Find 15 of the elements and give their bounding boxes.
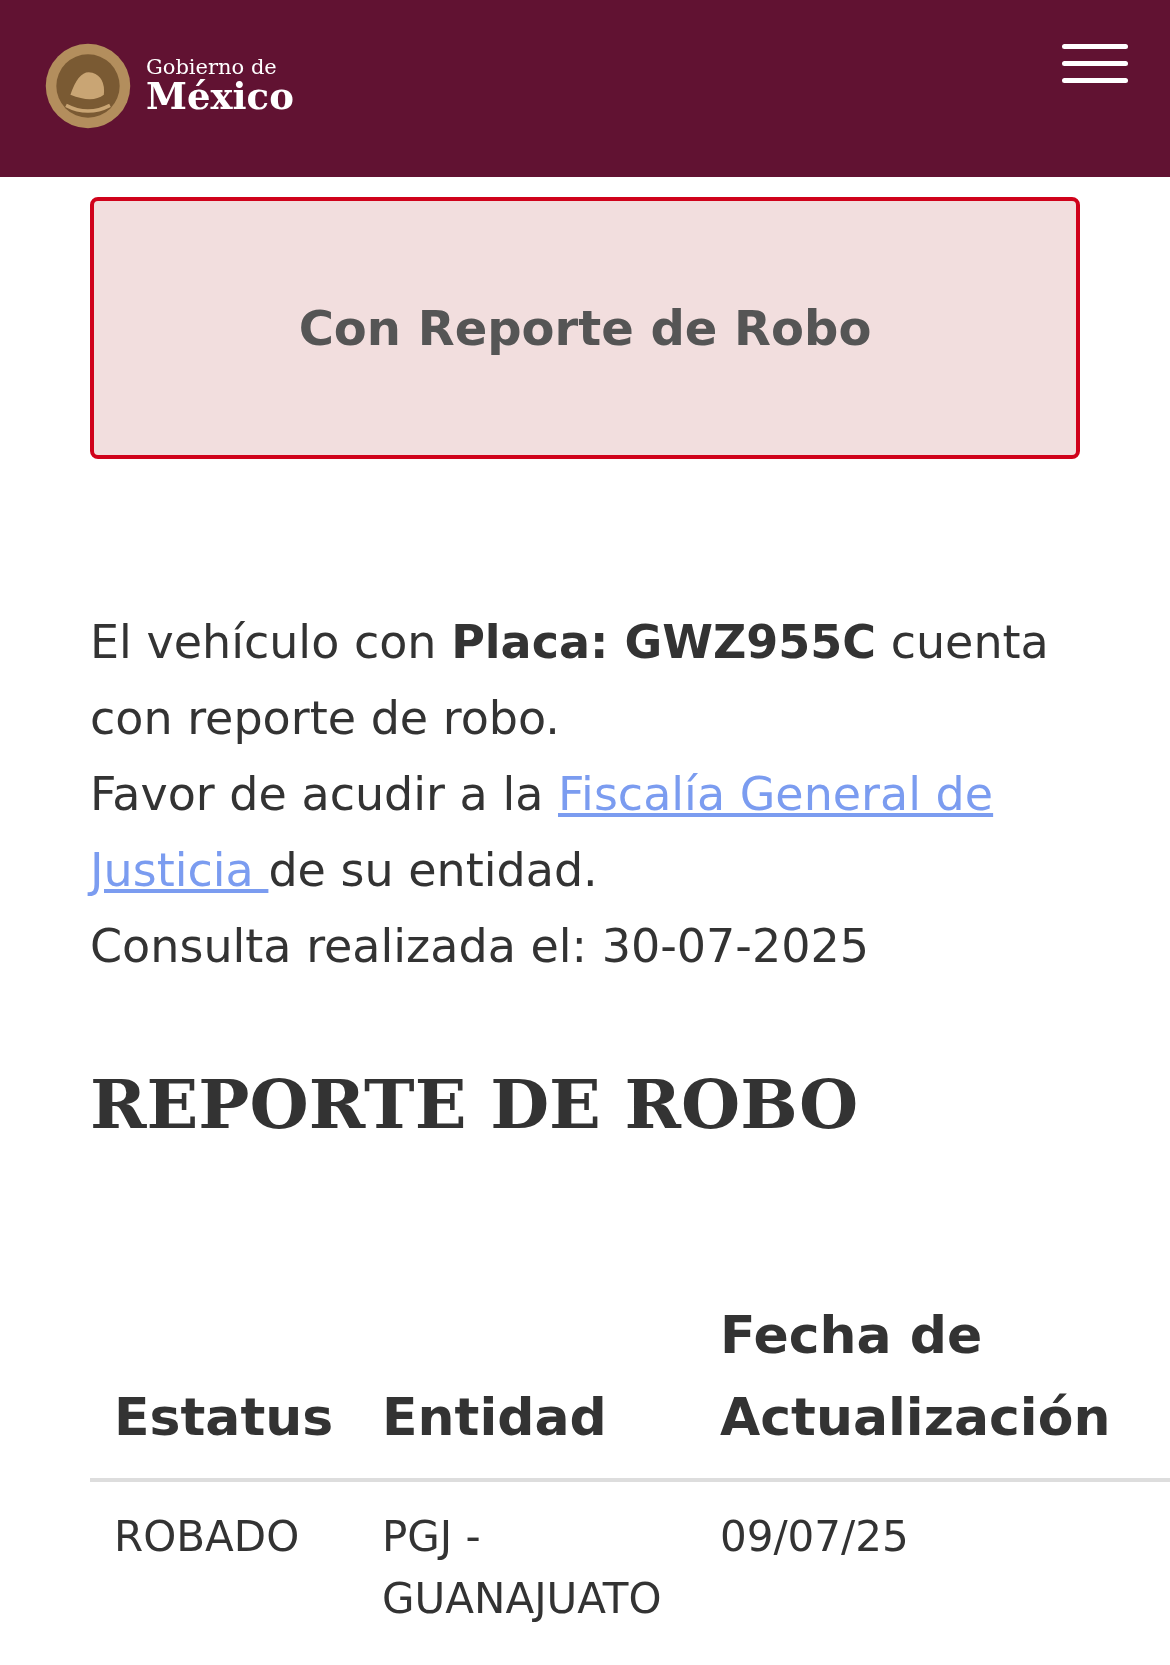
table-cell: 09/07/25 bbox=[696, 1480, 1170, 1654]
fiscalia-link[interactable]: Fiscalía General de bbox=[558, 767, 994, 821]
column-header: Entidad bbox=[358, 1294, 696, 1480]
column-header: Estatus bbox=[90, 1294, 358, 1480]
alert-title: Con Reporte de Robo bbox=[298, 300, 872, 356]
table-cell: PGJ - GUANAJUATO bbox=[358, 1480, 696, 1654]
logo-text: México bbox=[146, 78, 294, 115]
seal-icon bbox=[44, 42, 132, 130]
query-date: Consulta realizada el: 30-07-2025 bbox=[90, 918, 870, 975]
message-text: El vehículo con Placa: GWZ955C cuenta con reporte de robo. bbox=[90, 614, 1050, 747]
menu-icon[interactable] bbox=[1062, 44, 1128, 84]
section-title: REPORTE DE ROBO bbox=[90, 1064, 860, 1144]
logo-text: Gobierno de bbox=[146, 57, 278, 78]
column-header: Fecha de Actualización bbox=[696, 1294, 1170, 1480]
table-cell: ROBADO bbox=[90, 1480, 358, 1654]
